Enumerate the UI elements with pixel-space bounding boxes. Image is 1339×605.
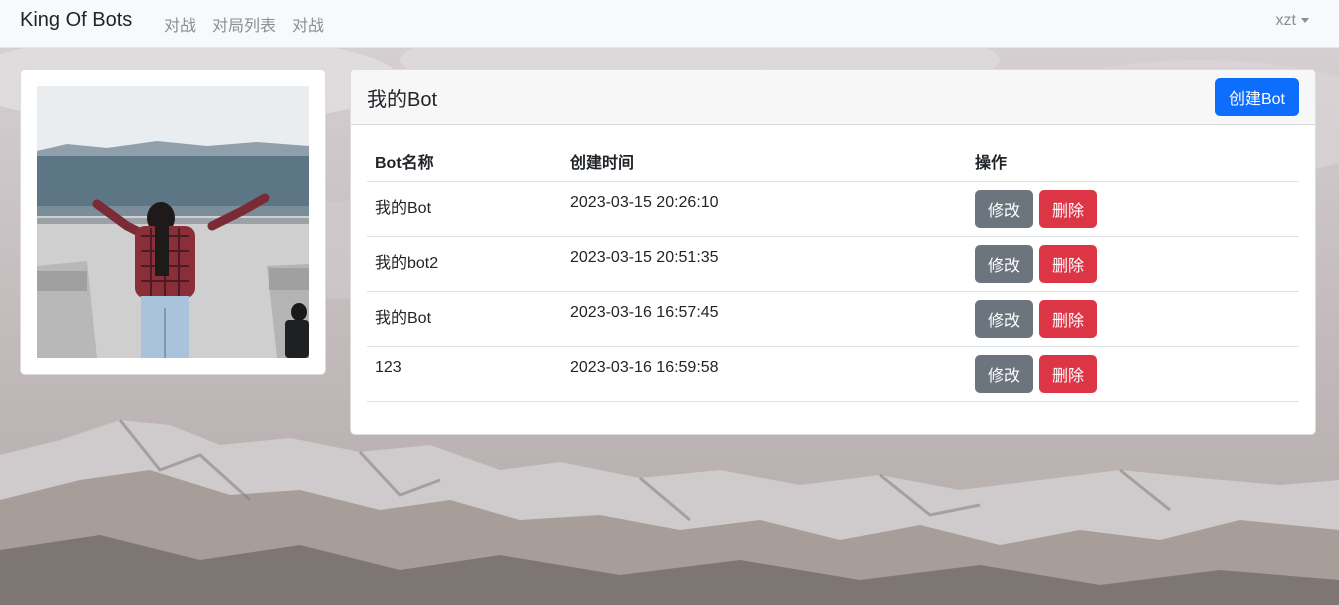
- bot-created-time: 2023-03-16 16:59:58: [570, 359, 719, 376]
- column-header-created-time: 创建时间: [562, 141, 967, 182]
- top-navbar: King Of Bots 对战 对局列表 对战 xzt: [0, 0, 1339, 48]
- card-title: 我的Bot: [367, 89, 438, 111]
- user-name: xzt: [1275, 12, 1296, 29]
- delete-bot-button[interactable]: 删除: [1039, 300, 1097, 338]
- user-dropdown[interactable]: xzt: [1276, 12, 1309, 30]
- nav-link-pk[interactable]: 对战: [164, 12, 196, 36]
- delete-bot-button[interactable]: 删除: [1039, 245, 1097, 283]
- bot-created-time: 2023-03-15 20:26:10: [570, 194, 719, 211]
- bot-name: 我的Bot: [375, 200, 432, 217]
- table-row: 我的Bot 2023-03-16 16:57:45 修改 删除: [367, 291, 1299, 347]
- brand-link[interactable]: King Of Bots: [20, 9, 132, 32]
- create-bot-button[interactable]: 创建Bot: [1215, 78, 1299, 116]
- edit-bot-button[interactable]: 修改: [975, 355, 1033, 393]
- delete-bot-button[interactable]: 删除: [1039, 355, 1097, 393]
- table-row: 我的Bot 2023-03-15 20:26:10 修改 删除: [367, 181, 1299, 237]
- bot-name: 我的bot2: [375, 255, 439, 272]
- caret-down-icon: [1301, 18, 1309, 24]
- table-row: 123 2023-03-16 16:59:58 修改 删除: [367, 346, 1299, 402]
- bot-created-time: 2023-03-15 20:51:35: [570, 249, 719, 266]
- edit-bot-button[interactable]: 修改: [975, 190, 1033, 228]
- bot-created-time: 2023-03-16 16:57:45: [570, 304, 719, 321]
- edit-bot-button[interactable]: 修改: [975, 245, 1033, 283]
- nav-link-ranklist[interactable]: 对战: [292, 12, 324, 36]
- table-row: 我的bot2 2023-03-15 20:51:35 修改 删除: [367, 236, 1299, 292]
- table-header-row: Bot名称 创建时间 操作: [367, 141, 1299, 182]
- nav-link-record-list[interactable]: 对局列表: [212, 12, 276, 36]
- column-header-bot-name: Bot名称: [367, 141, 562, 182]
- column-header-actions: 操作: [967, 141, 1299, 182]
- edit-bot-button[interactable]: 修改: [975, 300, 1033, 338]
- my-bots-card: 我的Bot 创建Bot Bot名称 创建时间 操作 我的Bot 2023-03-…: [350, 69, 1316, 435]
- bot-name: 我的Bot: [375, 310, 432, 327]
- bots-table: Bot名称 创建时间 操作 我的Bot 2023-03-15 20:26:10 …: [367, 141, 1299, 402]
- avatar-photo: [37, 86, 309, 358]
- delete-bot-button[interactable]: 删除: [1039, 190, 1097, 228]
- avatar-card: [20, 69, 326, 375]
- bot-name: 123: [375, 359, 402, 376]
- card-header: 我的Bot 创建Bot: [351, 70, 1315, 125]
